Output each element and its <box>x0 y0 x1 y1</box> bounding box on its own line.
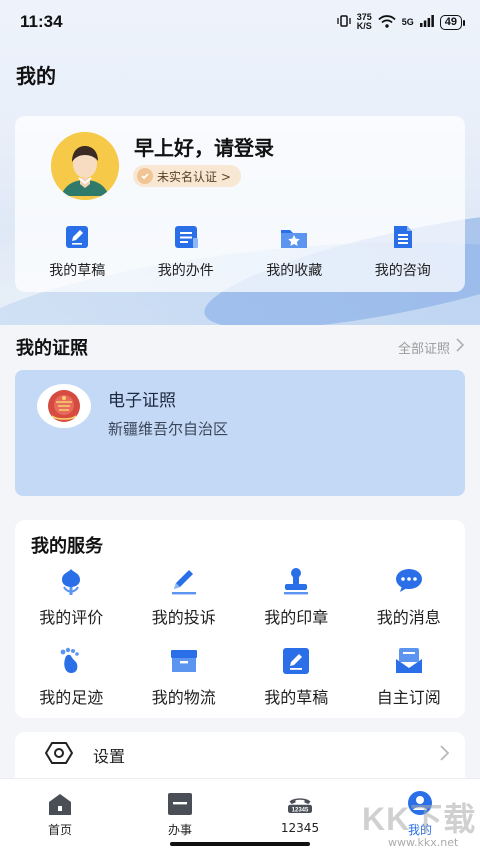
service-label: 我的印章 <box>264 608 329 627</box>
chevron-right-icon <box>440 745 450 765</box>
service-card: 我的服务 我的评价 我的投诉 我的印章 我的消息 我的足迹 我的物流 我的草稿 … <box>15 520 465 718</box>
quick-link-label: 我的咨询 <box>374 263 431 279</box>
consult-doc-icon <box>388 222 418 252</box>
quick-link-tasks[interactable]: 我的办件 <box>141 222 231 280</box>
service-label: 我的评价 <box>39 608 104 627</box>
home-icon <box>45 791 75 817</box>
national-emblem-icon <box>37 384 91 428</box>
service-label: 我的足迹 <box>39 688 104 707</box>
quick-link-favorites[interactable]: 我的收藏 <box>249 222 339 280</box>
tab-label: 12345 <box>280 821 320 835</box>
profile-card: 早上好，请登录 未实名认证 > 我的草稿 我的办件 我的收藏 我的咨询 <box>15 116 465 292</box>
home-indicator[interactable] <box>170 842 310 846</box>
draft-icon <box>279 644 313 678</box>
evaluation-icon <box>54 564 88 598</box>
battery-indicator: 49 <box>439 14 466 30</box>
service-messages[interactable]: 我的消息 <box>353 564 466 628</box>
quick-links: 我的草稿 我的办件 我的收藏 我的咨询 <box>15 222 465 280</box>
quick-link-drafts[interactable]: 我的草稿 <box>32 222 122 280</box>
status-time: 11:34 <box>20 12 63 31</box>
tab-label: 首页 <box>47 823 72 837</box>
settings-icon <box>44 741 74 769</box>
service-logistics[interactable]: 我的物流 <box>128 644 241 708</box>
service-complaint[interactable]: 我的投诉 <box>128 564 241 628</box>
verify-status-badge[interactable]: 未实名认证 > <box>133 165 241 187</box>
login-greeting[interactable]: 早上好，请登录 <box>134 132 274 161</box>
service-label: 我的消息 <box>376 608 441 627</box>
service-drafts[interactable]: 我的草稿 <box>240 644 353 708</box>
task-list-icon <box>171 222 201 252</box>
hotline-icon: 12345 <box>285 791 315 817</box>
license-name: 电子证照 <box>108 391 176 411</box>
service-grid: 我的评价 我的投诉 我的印章 我的消息 我的足迹 我的物流 我的草稿 自主订阅 <box>15 564 465 708</box>
quick-link-label: 我的收藏 <box>266 263 323 279</box>
chevron-right-icon <box>456 338 465 356</box>
speed-unit: K/S <box>356 21 372 31</box>
quick-link-consult[interactable]: 我的咨询 <box>358 222 448 280</box>
page-title: 我的 <box>16 64 56 88</box>
service-section-title: 我的服务 <box>31 536 103 557</box>
quick-link-label: 我的草稿 <box>49 263 106 279</box>
logistics-icon <box>167 644 201 678</box>
service-footprint[interactable]: 我的足迹 <box>15 644 128 708</box>
service-subscribe[interactable]: 自主订阅 <box>353 644 466 708</box>
license-section-title: 我的证照 <box>16 338 88 359</box>
watermark-url: www.kkx.net <box>388 836 459 849</box>
vibrate-icon <box>337 15 351 29</box>
seal-icon <box>279 564 313 598</box>
favorite-folder-icon <box>279 222 309 252</box>
verify-label: 未实名认证 > <box>157 169 231 184</box>
avatar[interactable] <box>51 132 119 200</box>
all-licenses-label: 全部证照 <box>397 341 450 357</box>
watermark-logo: KK下载 <box>362 801 477 837</box>
tab-label: 办事 <box>167 823 192 837</box>
service-icon <box>165 791 195 817</box>
message-icon <box>392 564 426 598</box>
subscribe-icon <box>392 644 426 678</box>
status-indicators: 375 K/S 5G 49 <box>337 13 466 31</box>
svg-text:12345: 12345 <box>292 808 309 814</box>
service-label: 我的草稿 <box>264 688 329 707</box>
tab-home[interactable]: 首页 <box>15 791 105 853</box>
service-label: 自主订阅 <box>376 688 441 707</box>
network-type: 5G <box>401 17 414 27</box>
wifi-icon <box>378 14 396 30</box>
license-section-header: 我的证照 全部证照 <box>16 334 465 360</box>
complaint-icon <box>167 564 201 598</box>
service-label: 我的投诉 <box>151 608 216 627</box>
settings-row[interactable]: 设置 <box>15 732 465 778</box>
network-speed: 375 K/S <box>357 13 372 31</box>
draft-icon <box>62 222 92 252</box>
license-region: 新疆维吾尔自治区 <box>108 420 229 438</box>
all-licenses-link[interactable]: 全部证照 <box>397 338 465 357</box>
signal-icon <box>419 15 434 29</box>
service-seal[interactable]: 我的印章 <box>240 564 353 628</box>
verify-icon <box>137 168 153 184</box>
footprint-icon <box>54 644 88 678</box>
license-card[interactable]: 电子证照 新疆维吾尔自治区 <box>15 370 465 496</box>
quick-link-label: 我的办件 <box>157 263 214 279</box>
service-evaluation[interactable]: 我的评价 <box>15 564 128 628</box>
settings-label: 设置 <box>93 747 126 766</box>
service-label: 我的物流 <box>151 688 216 707</box>
status-bar: 11:34 375 K/S 5G 49 <box>0 0 480 44</box>
